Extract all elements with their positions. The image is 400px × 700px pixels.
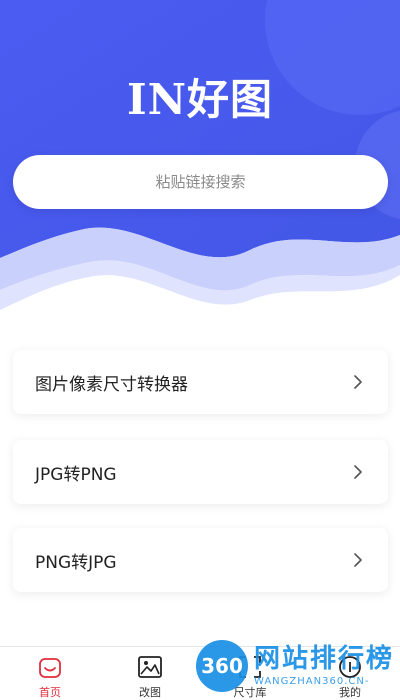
- menu-item-jpg-to-png[interactable]: JPG转PNG: [13, 440, 388, 504]
- menu-item-label: PNG转JPG: [35, 552, 117, 573]
- app-logo: IN好图: [126, 75, 274, 124]
- chevron-right-icon: [354, 465, 362, 479]
- frame-icon: [239, 656, 261, 678]
- menu-item-png-to-jpg[interactable]: PNG转JPG: [13, 528, 388, 592]
- menu-item-label: JPG转PNG: [35, 464, 117, 485]
- tab-edit-image[interactable]: 改图: [100, 647, 200, 700]
- header-banner: IN好图: [0, 0, 400, 320]
- menu-item-label: 图片像素尺寸转换器: [35, 374, 188, 395]
- tab-size-library[interactable]: 尺寸库: [200, 647, 300, 700]
- profile-icon: [339, 656, 361, 678]
- chevron-right-icon: [354, 553, 362, 567]
- app-screen: IN好图 图片像素尺寸转换器 JPG转PNG PNG转JPG 首页: [0, 0, 400, 700]
- tab-label: 我的: [339, 686, 361, 699]
- tab-label: 首页: [39, 686, 61, 699]
- tab-home[interactable]: 首页: [0, 647, 100, 700]
- tab-profile[interactable]: 我的: [300, 647, 400, 700]
- tab-label: 尺寸库: [233, 686, 267, 699]
- search-input[interactable]: [28, 172, 373, 192]
- home-icon: [39, 658, 61, 678]
- chevron-right-icon: [354, 375, 362, 389]
- menu-item-pixel-resizer[interactable]: 图片像素尺寸转换器: [13, 350, 388, 414]
- image-icon: [138, 656, 162, 678]
- tab-label: 改图: [139, 686, 161, 699]
- bottom-tab-bar: 首页 改图 尺寸库 我的: [0, 646, 400, 700]
- search-bar[interactable]: [13, 155, 388, 209]
